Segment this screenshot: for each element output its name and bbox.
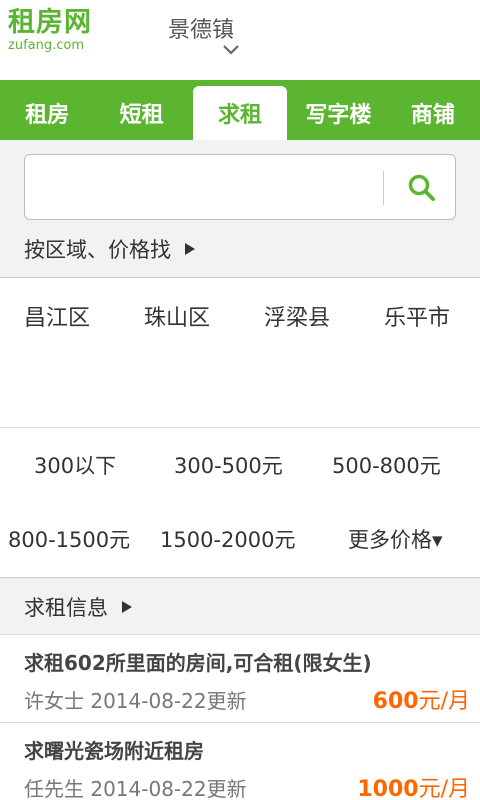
seek-rent-info-header[interactable]: 求租信息: [0, 577, 480, 635]
tab-rent[interactable]: 租房: [0, 86, 94, 140]
listing-title: 求租602所里面的房间,可合租(限女生): [24, 651, 372, 675]
area-price-link-label: 按区域、价格找: [24, 238, 171, 262]
more-prices-button[interactable]: 更多价格▾: [348, 524, 443, 554]
search-input[interactable]: [33, 163, 373, 211]
district-list: 昌江区 珠山区 浮梁县 乐平市: [0, 278, 480, 428]
search-area: 按区域、价格找: [0, 140, 480, 278]
search-icon: [408, 174, 435, 201]
price-unit: 元/月: [418, 689, 470, 714]
price-item[interactable]: 800-1500元: [8, 524, 130, 554]
listing-meta: 许女士 2014-08-22更新: [24, 689, 247, 713]
chevron-down-icon[interactable]: [222, 44, 240, 56]
search-button[interactable]: [397, 163, 447, 213]
listing-item[interactable]: 求租602所里面的房间,可合租(限女生) 许女士 2014-08-22更新 60…: [0, 635, 480, 723]
tab-shop[interactable]: 商铺: [386, 86, 480, 140]
logo-text-cn: 租房网: [8, 7, 92, 38]
triangle-right-icon: [122, 601, 132, 613]
tab-short-rent[interactable]: 短租: [94, 86, 188, 140]
city-selector[interactable]: 景德镇: [168, 12, 234, 44]
app-header: 租房网 zufang.com 景德镇: [0, 0, 480, 80]
tab-office[interactable]: 写字楼: [291, 86, 385, 140]
listing-title: 求曙光瓷场附近租房: [24, 739, 204, 763]
price-item[interactable]: 1500-2000元: [160, 524, 295, 554]
info-title: 求租信息: [24, 592, 132, 622]
price-item[interactable]: 300以下: [34, 450, 116, 480]
listing-price: 1000元/月: [357, 771, 470, 800]
price-value: 1000: [357, 777, 419, 800]
price-unit: 元/月: [418, 777, 470, 800]
search-box: [24, 154, 456, 220]
price-list: 300以下 300-500元 500-800元 800-1500元 1500-2…: [0, 428, 480, 577]
price-item[interactable]: 500-800元: [332, 450, 441, 480]
district-item[interactable]: 昌江区: [24, 300, 90, 332]
area-price-link[interactable]: 按区域、价格找: [24, 234, 195, 264]
price-item[interactable]: 300-500元: [174, 450, 283, 480]
listing-meta: 任先生 2014-08-22更新: [24, 777, 247, 800]
logo-text-en: zufang.com: [8, 38, 84, 53]
site-logo[interactable]: 租房网 zufang.com: [8, 8, 108, 53]
district-item[interactable]: 珠山区: [144, 300, 210, 332]
listing-item[interactable]: 求曙光瓷场附近租房 任先生 2014-08-22更新 1000元/月: [0, 723, 480, 800]
district-item[interactable]: 乐平市: [384, 300, 450, 332]
listing-price: 600元/月: [373, 683, 470, 715]
category-tabs: 租房 短租 求租 写字楼 商铺: [0, 80, 480, 140]
tab-seek-rent[interactable]: 求租: [192, 86, 288, 140]
district-item[interactable]: 浮梁县: [264, 300, 330, 332]
search-divider: [383, 171, 384, 205]
info-title-label: 求租信息: [24, 596, 108, 620]
triangle-right-icon: [185, 243, 195, 255]
price-value: 600: [372, 689, 419, 714]
